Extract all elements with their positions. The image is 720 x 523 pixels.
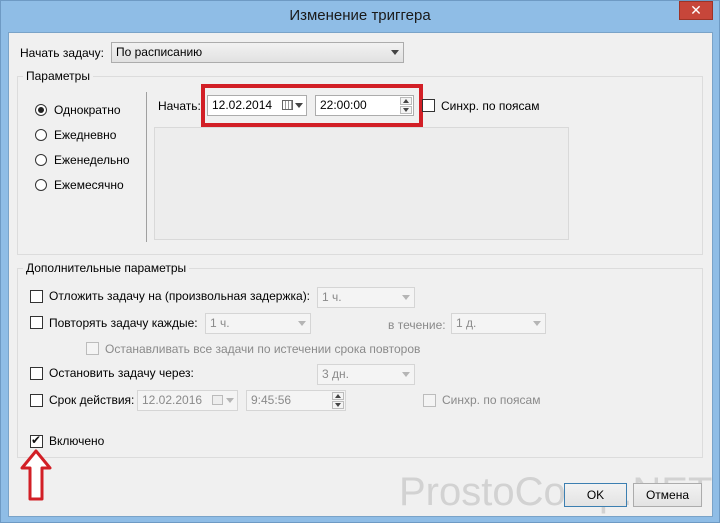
stop-after-value: 3 дн. (322, 367, 349, 381)
enabled-label: Включено (49, 434, 105, 448)
window-title: Изменение триггера (289, 7, 431, 24)
chevron-down-icon (402, 295, 410, 300)
radio-once-label: Однократно (54, 103, 121, 117)
stop-all-checkbox[interactable] (86, 342, 99, 355)
dialog-body: Начать задачу: По расписанию Параметры О… (8, 32, 713, 517)
repeat-select[interactable]: 1 ч. (205, 313, 311, 334)
expire-time-spinner[interactable] (332, 392, 344, 409)
ok-button[interactable]: OK (564, 483, 627, 507)
duration-select[interactable]: 1 д. (451, 313, 546, 334)
expire-label: Срок действия: (49, 393, 135, 407)
expire-time-value: 9:45:56 (251, 393, 292, 407)
stop-all-label: Останавливать все задачи по истечении ср… (105, 342, 421, 356)
dialog-window: Изменение триггера ✕ Начать задачу: По р… (0, 0, 720, 523)
radio-weekly-label: Еженедельно (54, 153, 130, 167)
chevron-down-icon (298, 321, 306, 326)
title-bar[interactable]: Изменение триггера ✕ (1, 1, 719, 31)
expire-sync-label: Синхр. по поясам (442, 393, 541, 407)
stop-after-checkbox[interactable] (30, 367, 43, 380)
repeat-checkbox[interactable] (30, 316, 43, 329)
begin-task-value: По расписанию (116, 45, 203, 59)
parameters-legend: Параметры (23, 69, 93, 83)
chevron-down-icon (402, 372, 410, 377)
expire-time-input[interactable]: 9:45:56 (246, 390, 346, 411)
delay-select[interactable]: 1 ч. (317, 287, 415, 308)
advanced-legend: Дополнительные параметры (23, 261, 190, 275)
expire-date-value: 12.02.2016 (142, 393, 203, 407)
radio-weekly[interactable] (35, 154, 47, 166)
enabled-checkbox[interactable] (30, 433, 43, 448)
up-arrow-icon (20, 449, 52, 501)
sync-timezones-label: Синхр. по поясам (441, 99, 540, 113)
spin-up-icon[interactable] (332, 392, 344, 400)
repeat-label: Повторять задачу каждые: (49, 316, 198, 330)
begin-task-label: Начать задачу: (20, 46, 104, 60)
radio-monthly[interactable] (35, 179, 47, 191)
parameters-divider (146, 92, 147, 242)
radio-once[interactable] (35, 104, 47, 116)
expire-date-picker[interactable]: 12.02.2016 (137, 390, 238, 411)
sync-timezones-checkbox[interactable] (422, 99, 435, 112)
start-highlight-box (201, 84, 423, 127)
delay-label: Отложить задачу на (произвольная задержк… (49, 289, 311, 303)
begin-task-select[interactable]: По расписанию (111, 42, 404, 63)
calendar-icon[interactable] (212, 395, 223, 405)
duration-label: в течение: (388, 318, 446, 332)
delay-value: 1 ч. (322, 290, 342, 304)
chevron-down-icon (391, 50, 399, 55)
spin-down-icon[interactable] (332, 401, 344, 409)
close-icon: ✕ (690, 2, 702, 18)
radio-monthly-label: Ежемесячно (54, 178, 124, 192)
radio-daily-label: Ежедневно (54, 128, 117, 142)
stop-after-label: Остановить задачу через: (49, 366, 194, 380)
stop-after-select[interactable]: 3 дн. (317, 364, 415, 385)
delay-checkbox[interactable] (30, 290, 43, 303)
expire-sync-checkbox[interactable] (423, 394, 436, 407)
start-label: Начать: (158, 99, 201, 113)
chevron-down-icon[interactable] (226, 398, 234, 403)
chevron-down-icon (533, 321, 541, 326)
close-button[interactable]: ✕ (679, 1, 713, 20)
repeat-value: 1 ч. (210, 316, 230, 330)
duration-value: 1 д. (456, 316, 477, 330)
schedule-options-panel (154, 127, 569, 240)
expire-checkbox[interactable] (30, 394, 43, 407)
cancel-button[interactable]: Отмена (633, 483, 702, 507)
radio-daily[interactable] (35, 129, 47, 141)
